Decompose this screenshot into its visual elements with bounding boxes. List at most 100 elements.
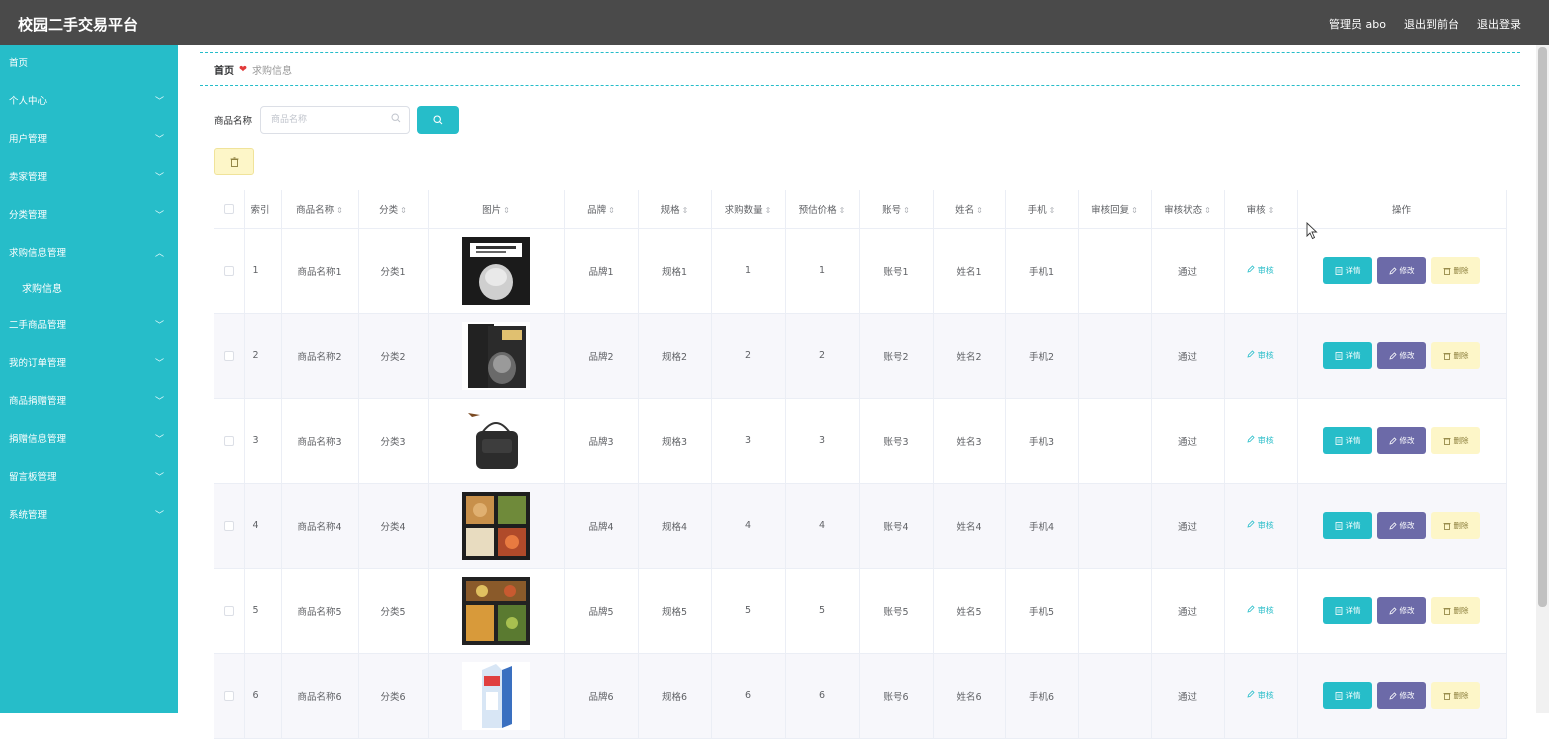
breadcrumb-home[interactable]: 首页	[214, 62, 234, 77]
select-all-checkbox[interactable]	[223, 203, 234, 214]
audit-link[interactable]: 审核	[1247, 435, 1274, 445]
chevron-down-icon: ﹀	[154, 173, 164, 183]
back-to-front-link[interactable]: 退出到前台	[1404, 16, 1459, 32]
header-spec[interactable]: 规格 ⇕	[638, 190, 712, 229]
vertical-scrollbar[interactable]	[1536, 45, 1549, 713]
header-image[interactable]: 图片 ⇕	[428, 190, 565, 229]
header-phone[interactable]: 手机 ⇕	[1005, 190, 1079, 229]
doc-icon	[1335, 266, 1342, 275]
delete-button[interactable]: 删除	[1431, 257, 1480, 284]
sidebar-item-seller-management[interactable]: 卖家管理 ﹀	[0, 159, 178, 197]
select-all-cell[interactable]	[214, 190, 245, 229]
header-audit[interactable]: 审核 ⇕	[1224, 190, 1298, 229]
sort-icon[interactable]: ⇕	[336, 206, 343, 215]
sidebar-item-label: 求购信息	[22, 284, 62, 295]
sort-icon[interactable]: ⇕	[976, 206, 983, 215]
sort-icon[interactable]: ⇕	[1049, 206, 1056, 215]
sort-icon[interactable]: ⇕	[839, 206, 846, 215]
row-checkbox[interactable]	[223, 520, 234, 531]
delete-button[interactable]: 删除	[1431, 597, 1480, 624]
edit-button[interactable]: 修改	[1377, 597, 1426, 624]
header-reply[interactable]: 审核回复 ⇕	[1078, 190, 1152, 229]
sort-icon[interactable]: ⇕	[608, 206, 615, 215]
sidebar-item-home[interactable]: 首页	[0, 45, 178, 83]
sidebar-item-donation-info[interactable]: 捐赠信息管理 ﹀	[0, 421, 178, 459]
sidebar-item-personal-center[interactable]: 个人中心 ﹀	[0, 83, 178, 121]
cell-category: 分类5	[358, 568, 429, 654]
audit-link[interactable]: 审核	[1247, 690, 1274, 700]
row-checkbox[interactable]	[223, 605, 234, 616]
sort-icon[interactable]: ⇕	[1268, 206, 1275, 215]
row-select-cell[interactable]	[214, 483, 245, 569]
row-select-cell[interactable]	[214, 398, 245, 484]
cell-category: 分类3	[358, 398, 429, 484]
row-checkbox[interactable]	[223, 690, 234, 701]
header-price[interactable]: 预估价格 ⇕	[785, 190, 860, 229]
cell-category: 分类4	[358, 483, 429, 569]
header-category[interactable]: 分类 ⇕	[358, 190, 429, 229]
sidebar-item-my-orders[interactable]: 我的订单管理 ﹀	[0, 345, 178, 383]
row-checkbox[interactable]	[223, 265, 234, 276]
search-input[interactable]	[261, 107, 382, 133]
sidebar-item-wanted-management[interactable]: 求购信息管理 ︿	[0, 235, 178, 273]
delete-button[interactable]: 删除	[1431, 342, 1480, 369]
row-checkbox[interactable]	[223, 350, 234, 361]
edit-button[interactable]: 修改	[1377, 342, 1426, 369]
cell-index: 4	[244, 483, 282, 569]
sidebar-item-label: 我的订单管理	[9, 358, 67, 369]
edit-button[interactable]: 修改	[1377, 682, 1426, 709]
row-select-cell[interactable]	[214, 313, 245, 399]
edit-button[interactable]: 修改	[1377, 512, 1426, 539]
sort-icon[interactable]: ⇕	[1131, 206, 1138, 215]
cell-index: 2	[244, 313, 282, 399]
logout-link[interactable]: 退出登录	[1477, 16, 1521, 32]
cell-actions: 详情 修改 删除	[1297, 653, 1507, 739]
audit-link[interactable]: 审核	[1247, 265, 1274, 275]
cell-qty: 3	[711, 398, 786, 484]
main-content: 首页 ❤ 求购信息 商品名称 商品名称 索引 商品名称 ⇕ 分类 ⇕ 图片 ⇕ …	[178, 45, 1536, 739]
detail-button[interactable]: 详情	[1323, 427, 1372, 454]
cell-price: 6	[785, 653, 860, 739]
row-checkbox[interactable]	[223, 435, 234, 446]
header-name[interactable]: 商品名称 ⇕	[281, 190, 359, 229]
header-qty[interactable]: 求购数量 ⇕	[711, 190, 786, 229]
detail-button[interactable]: 详情	[1323, 597, 1372, 624]
sort-icon[interactable]: ⇕	[765, 206, 772, 215]
search-button[interactable]	[417, 106, 460, 134]
edit-button[interactable]: 修改	[1377, 427, 1426, 454]
audit-link[interactable]: 审核	[1247, 350, 1274, 360]
detail-button[interactable]: 详情	[1323, 342, 1372, 369]
trash-icon	[1443, 607, 1450, 615]
detail-button[interactable]: 详情	[1323, 682, 1372, 709]
delete-button[interactable]: 删除	[1431, 512, 1480, 539]
delete-button[interactable]: 删除	[1431, 682, 1480, 709]
edit-button[interactable]: 修改	[1377, 257, 1426, 284]
sort-icon[interactable]: ⇕	[400, 206, 407, 215]
sort-icon[interactable]: ⇕	[903, 206, 910, 215]
chevron-down-icon: ﹀	[154, 135, 164, 145]
header-brand[interactable]: 品牌 ⇕	[564, 190, 639, 229]
detail-button[interactable]: 详情	[1323, 257, 1372, 284]
detail-button[interactable]: 详情	[1323, 512, 1372, 539]
header-realname[interactable]: 姓名 ⇕	[933, 190, 1006, 229]
delete-button[interactable]: 删除	[1431, 427, 1480, 454]
scrollbar-thumb[interactable]	[1538, 47, 1547, 607]
sidebar-item-message-board[interactable]: 留言板管理 ﹀	[0, 459, 178, 497]
header-account[interactable]: 账号 ⇕	[859, 190, 934, 229]
sort-icon[interactable]: ⇕	[503, 206, 510, 215]
row-select-cell[interactable]	[214, 228, 245, 314]
batch-delete-button[interactable]	[214, 148, 254, 175]
sidebar-item-wanted-info[interactable]: 求购信息	[0, 273, 178, 307]
sidebar-item-user-management[interactable]: 用户管理 ﹀	[0, 121, 178, 159]
sidebar-item-secondhand-goods[interactable]: 二手商品管理 ﹀	[0, 307, 178, 345]
header-status[interactable]: 审核状态 ⇕	[1151, 190, 1225, 229]
sidebar-item-goods-donation[interactable]: 商品捐赠管理 ﹀	[0, 383, 178, 421]
row-select-cell[interactable]	[214, 568, 245, 654]
row-select-cell[interactable]	[214, 653, 245, 739]
audit-link[interactable]: 审核	[1247, 520, 1274, 530]
sidebar-item-category-management[interactable]: 分类管理 ﹀	[0, 197, 178, 235]
sort-icon[interactable]: ⇕	[682, 206, 689, 215]
sort-icon[interactable]: ⇕	[1204, 206, 1211, 215]
sidebar-item-system-management[interactable]: 系统管理 ﹀	[0, 497, 178, 535]
audit-link[interactable]: 审核	[1247, 605, 1274, 615]
